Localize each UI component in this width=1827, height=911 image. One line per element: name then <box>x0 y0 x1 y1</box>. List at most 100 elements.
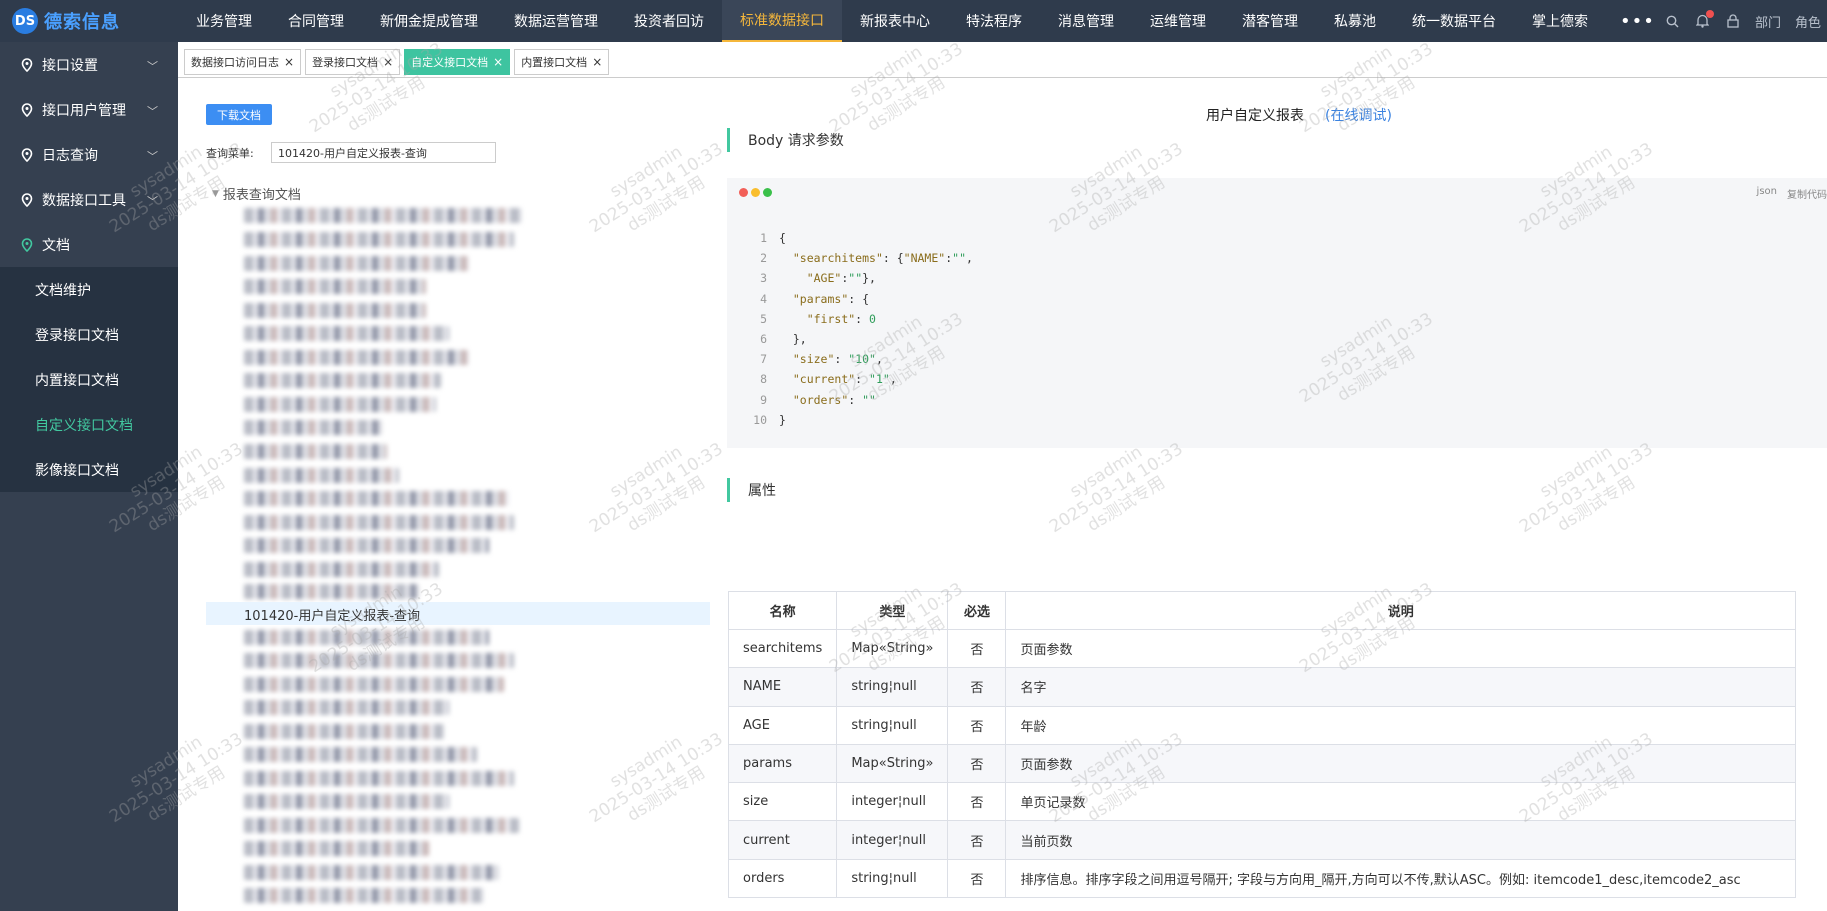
nav-item-mobile[interactable]: 掌上德索 <box>1514 0 1606 42</box>
role-label[interactable]: 角色 <box>1795 12 1821 31</box>
bell-icon[interactable] <box>1695 10 1714 29</box>
list-item[interactable] <box>244 888 484 903</box>
tab-login-api-doc[interactable]: 登录接口文档 × <box>305 49 401 75</box>
line-number: 4 <box>760 291 767 306</box>
sidebar-item-login-api-doc[interactable]: 登录接口文档 <box>0 312 178 357</box>
sidebar-item-doc-maintenance[interactable]: 文档维护 <box>0 267 178 312</box>
nav-item-standard-api[interactable]: 标准数据接口 <box>722 0 842 42</box>
tree-root[interactable]: ▼ 报表查询文档 <box>212 184 301 203</box>
nav-item-special-procedure[interactable]: 特法程序 <box>948 0 1040 42</box>
online-debug-link[interactable]: (在线调试) <box>1325 105 1392 125</box>
nav-item-ops[interactable]: 运维管理 <box>1132 0 1224 42</box>
tab-custom-api-doc[interactable]: 自定义接口文档 × <box>404 49 511 75</box>
sidebar-item-image-api-doc[interactable]: 影像接口文档 <box>0 447 178 492</box>
nav-item-commission[interactable]: 新佣金提成管理 <box>362 0 496 42</box>
list-item[interactable] <box>244 420 382 435</box>
close-icon[interactable]: × <box>493 56 503 68</box>
nav-item-report-center[interactable]: 新报表中心 <box>842 0 948 42</box>
query-menu-select[interactable]: 101420-用户自定义报表-查询 <box>271 142 496 163</box>
params-table: 名称 类型 必选 说明 searchitems Map«String» 否页面参数 N… <box>727 591 1796 899</box>
report-title: 用户自定义报表 <box>1206 108 1304 124</box>
list-item[interactable] <box>244 865 499 880</box>
more-icon[interactable]: ••• <box>1606 0 1669 42</box>
list-item[interactable] <box>244 747 477 762</box>
sidebar-group-docs[interactable]: 文档 <box>0 222 178 267</box>
list-item[interactable] <box>244 538 489 553</box>
nav-item-business[interactable]: 业务管理 <box>178 0 270 42</box>
watermark: sysadmin 2025-03-14 10:33 ds测试专用 <box>577 424 737 554</box>
list-item[interactable] <box>244 677 504 692</box>
nav-item-data-platform[interactable]: 统一数据平台 <box>1394 0 1514 42</box>
list-item[interactable] <box>244 515 514 530</box>
close-icon[interactable]: × <box>383 56 393 68</box>
copy-code-button[interactable]: 复制代码 <box>1787 186 1827 201</box>
line-number: 10 <box>753 412 767 427</box>
list-item[interactable] <box>244 326 449 341</box>
search-icon[interactable] <box>1665 13 1681 29</box>
column-header: 类型 <box>836 591 949 630</box>
list-item[interactable] <box>244 841 429 856</box>
window-dot-yellow <box>751 188 760 197</box>
sidebar-item-custom-api-doc[interactable]: 自定义接口文档 <box>0 402 178 447</box>
nav-item-contract[interactable]: 合同管理 <box>270 0 362 42</box>
tab-api-access-log[interactable]: 数据接口访问日志 × <box>184 49 302 75</box>
list-item[interactable] <box>244 724 444 739</box>
table-row: searchitems Map«String» 否页面参数 <box>727 628 1796 669</box>
list-item[interactable] <box>244 771 514 786</box>
logo[interactable]: DS 德索信息 <box>0 0 178 42</box>
watermark-line: ds测试专用 <box>623 172 709 236</box>
table-cell: 排序信息。排序字段之间用逗号隔开; 字段与方向用_隔开,方向可以不传,默认ASC… <box>1005 858 1796 899</box>
list-item[interactable] <box>244 256 469 271</box>
nav-item-data-ops[interactable]: 数据运营管理 <box>496 0 616 42</box>
list-item[interactable] <box>244 700 449 715</box>
tab-label: 内置接口文档 <box>521 56 588 69</box>
list-item[interactable] <box>244 584 419 599</box>
selected-tree-item[interactable]: 101420-用户自定义报表-查询 <box>244 605 420 624</box>
tab-builtin-api-doc[interactable]: 内置接口文档 × <box>514 49 610 75</box>
chevron-down-icon: ﹀ <box>147 195 158 208</box>
sidebar-group-log-query[interactable]: 日志查询 ﹀ <box>0 132 178 177</box>
department-label[interactable]: 部门 <box>1755 12 1781 31</box>
chevron-down-icon: ﹀ <box>147 150 158 163</box>
list-item[interactable] <box>244 444 387 459</box>
list-item[interactable] <box>244 232 514 247</box>
list-item[interactable] <box>244 653 514 668</box>
list-item[interactable] <box>244 303 426 318</box>
table-cell: 否 <box>947 628 1007 669</box>
list-item[interactable] <box>244 468 399 483</box>
nav-item-private-pool[interactable]: 私募池 <box>1316 0 1394 42</box>
close-icon[interactable]: × <box>592 56 602 68</box>
notification-dot <box>1705 10 1714 18</box>
nav-item-prospect[interactable]: 潜客管理 <box>1224 0 1316 42</box>
list-item[interactable] <box>244 397 436 412</box>
lock-icon[interactable] <box>1725 13 1741 29</box>
tree-root-label: 报表查询文档 <box>222 188 301 203</box>
nav-item-message[interactable]: 消息管理 <box>1040 0 1132 42</box>
list-item[interactable] <box>244 279 426 294</box>
list-item[interactable] <box>244 208 522 223</box>
table-cell: current <box>727 820 838 860</box>
table-row: params Map«String» 否页面参数 <box>727 743 1796 784</box>
logo-mark: DS <box>12 8 38 34</box>
location-pin-icon <box>21 192 33 207</box>
list-item[interactable] <box>244 794 449 809</box>
nav-item-investor-callback[interactable]: 投资者回访 <box>616 0 722 42</box>
list-item[interactable] <box>244 491 509 506</box>
line-number: 8 <box>760 372 767 387</box>
code-text: } <box>779 412 786 427</box>
sidebar-group-api-settings[interactable]: 接口设置 ﹀ <box>0 42 178 87</box>
sidebar-item-builtin-api-doc[interactable]: 内置接口文档 <box>0 357 178 402</box>
list-item[interactable] <box>244 350 469 365</box>
list-item[interactable] <box>244 630 489 645</box>
close-icon[interactable]: × <box>284 56 294 68</box>
table-cell: params <box>727 743 838 784</box>
code-line: 4 "params": { <box>745 289 973 309</box>
code-lines: 1{2 "searchitems": {"NAME":"", 3 "AGE":""… <box>745 228 973 430</box>
download-doc-button[interactable]: 下载文档 <box>206 104 272 125</box>
sidebar-group-api-users[interactable]: 接口用户管理 ﹀ <box>0 87 178 132</box>
logo-text: 德索信息 <box>44 12 120 33</box>
sidebar-group-data-tools[interactable]: 数据接口工具 ﹀ <box>0 177 178 222</box>
list-item[interactable] <box>244 818 519 833</box>
list-item[interactable] <box>244 373 441 388</box>
list-item[interactable] <box>244 562 439 577</box>
